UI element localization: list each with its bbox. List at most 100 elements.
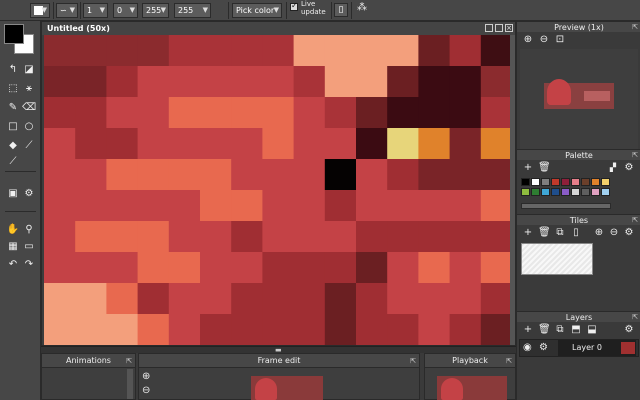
frame-icon[interactable]: ▭ bbox=[22, 240, 36, 254]
pixel-cell[interactable] bbox=[44, 314, 76, 345]
pixel-cell[interactable] bbox=[356, 97, 388, 129]
pixel-cell[interactable] bbox=[106, 159, 139, 191]
brush-stroke-select[interactable]: ∽ ▼ bbox=[56, 3, 78, 18]
live-update-checkbox[interactable]: ✓ bbox=[290, 1, 298, 11]
pixel-cell[interactable] bbox=[418, 128, 451, 160]
palette-swatch[interactable] bbox=[601, 188, 610, 196]
pixel-cell[interactable] bbox=[168, 97, 201, 129]
pixel-cell[interactable] bbox=[387, 66, 419, 98]
pixel-cell[interactable] bbox=[293, 128, 326, 160]
pixel-cell[interactable] bbox=[449, 159, 482, 191]
pixel-canvas[interactable] bbox=[44, 35, 512, 345]
palette-swatch[interactable] bbox=[591, 188, 600, 196]
pixel-cell[interactable] bbox=[387, 190, 419, 222]
pixel-cell[interactable] bbox=[449, 190, 482, 222]
palette-swatch[interactable] bbox=[551, 188, 560, 196]
pixel-cell[interactable] bbox=[449, 66, 482, 98]
pixel-cell[interactable] bbox=[262, 283, 295, 315]
pixel-cell[interactable] bbox=[449, 252, 482, 284]
pick-color-select[interactable]: Pick color ▼ bbox=[232, 3, 282, 18]
palette-swatch[interactable] bbox=[581, 178, 590, 186]
pixel-cell[interactable] bbox=[356, 221, 388, 253]
pixel-cell[interactable] bbox=[356, 252, 388, 284]
pixel-cell[interactable] bbox=[200, 314, 232, 345]
pixel-cell[interactable] bbox=[137, 159, 170, 191]
pixel-cell[interactable] bbox=[168, 283, 201, 315]
tile-slot[interactable] bbox=[521, 243, 593, 275]
pixel-cell[interactable] bbox=[387, 314, 419, 345]
pixel-cell[interactable] bbox=[137, 66, 170, 98]
pixel-cell[interactable] bbox=[168, 159, 201, 191]
pixel-cell[interactable] bbox=[480, 283, 512, 315]
undo-icon[interactable]: ↶ bbox=[6, 258, 20, 272]
pixel-cell[interactable] bbox=[106, 128, 139, 160]
grid-toggle-icon[interactable]: ▦ bbox=[6, 240, 20, 254]
pixel-cell[interactable] bbox=[324, 190, 357, 222]
pixel-cell[interactable] bbox=[106, 97, 139, 129]
pixel-cell[interactable] bbox=[200, 252, 232, 284]
palette-swatch[interactable] bbox=[521, 188, 530, 196]
palette-swatch[interactable] bbox=[571, 188, 580, 196]
pixel-cell[interactable] bbox=[387, 283, 419, 315]
pixel-cell[interactable] bbox=[44, 159, 76, 191]
value-c-select[interactable]: 255 ▼ bbox=[174, 3, 211, 18]
select-icon[interactable]: ⬚ bbox=[6, 82, 20, 96]
pixel-cell[interactable] bbox=[200, 159, 232, 191]
pixel-cell[interactable] bbox=[200, 97, 232, 129]
panel-resize-handle[interactable]: ▬ bbox=[41, 346, 516, 354]
pixel-cell[interactable] bbox=[449, 128, 482, 160]
pixel-cell[interactable] bbox=[106, 283, 139, 315]
pixel-cell[interactable] bbox=[231, 66, 263, 98]
pixel-cell[interactable] bbox=[324, 221, 357, 253]
pixel-cell[interactable] bbox=[480, 190, 512, 222]
pixel-cell[interactable] bbox=[106, 221, 139, 253]
palette-delete-icon[interactable]: 🗑 bbox=[538, 162, 551, 174]
layers-up-icon[interactable]: ⬓ bbox=[586, 324, 598, 336]
pixel-cell[interactable] bbox=[231, 97, 263, 129]
frame-thumbnail[interactable] bbox=[251, 376, 323, 400]
pixel-cell[interactable] bbox=[480, 128, 512, 160]
pixel-cell[interactable] bbox=[75, 252, 107, 284]
pixel-cell[interactable] bbox=[387, 221, 419, 253]
pixel-cell[interactable] bbox=[356, 159, 388, 191]
pixel-cell[interactable] bbox=[200, 35, 232, 67]
pixel-cell[interactable] bbox=[75, 128, 107, 160]
eraser-icon[interactable]: ⌫ bbox=[22, 101, 36, 115]
tiles-zoom-in-icon[interactable]: ⊕ bbox=[593, 227, 605, 239]
palette-swatch[interactable] bbox=[541, 188, 550, 196]
pixel-cell[interactable] bbox=[200, 283, 232, 315]
pixel-cell[interactable] bbox=[75, 283, 107, 315]
pixel-cell[interactable] bbox=[168, 66, 201, 98]
pixel-cell[interactable] bbox=[356, 283, 388, 315]
palette-swatch[interactable] bbox=[591, 178, 600, 186]
pixel-cell[interactable] bbox=[137, 97, 170, 129]
pixel-cell[interactable] bbox=[262, 221, 295, 253]
pixel-cell[interactable] bbox=[418, 159, 451, 191]
default-colors-icon[interactable]: ◪ bbox=[22, 63, 36, 77]
pixel-cell[interactable] bbox=[324, 314, 357, 345]
pixel-cell[interactable] bbox=[168, 314, 201, 345]
pixel-cell[interactable] bbox=[168, 252, 201, 284]
pixel-cell[interactable] bbox=[387, 252, 419, 284]
page-icon[interactable]: ▯ bbox=[334, 3, 348, 17]
zoom-out-icon[interactable]: ⊖ bbox=[142, 385, 154, 397]
palette-swatch[interactable] bbox=[581, 188, 590, 196]
pixel-cell[interactable] bbox=[106, 252, 139, 284]
palette-swatch[interactable] bbox=[531, 178, 540, 186]
magic-wand-icon[interactable]: ⚹ bbox=[22, 82, 36, 96]
brush-shape-select[interactable]: ▼ bbox=[30, 3, 50, 18]
palette-swatch[interactable] bbox=[541, 178, 550, 186]
pixel-cell[interactable] bbox=[480, 314, 512, 345]
layers-duplicate-icon[interactable]: ⧉ bbox=[554, 324, 566, 336]
pixel-cell[interactable] bbox=[200, 128, 232, 160]
pixel-cell[interactable] bbox=[168, 221, 201, 253]
pixel-cell[interactable] bbox=[75, 97, 107, 129]
restore-icon[interactable] bbox=[495, 24, 503, 32]
primary-color-swatch-front[interactable] bbox=[4, 24, 24, 44]
pixel-cell[interactable] bbox=[231, 314, 263, 345]
pixel-cell[interactable] bbox=[137, 252, 170, 284]
palette-swatch[interactable] bbox=[561, 178, 570, 186]
pixel-cell[interactable] bbox=[200, 66, 232, 98]
eyedropper-icon[interactable]: ⟋ bbox=[6, 155, 20, 169]
layer-settings-icon[interactable]: ⚙ bbox=[539, 342, 548, 353]
